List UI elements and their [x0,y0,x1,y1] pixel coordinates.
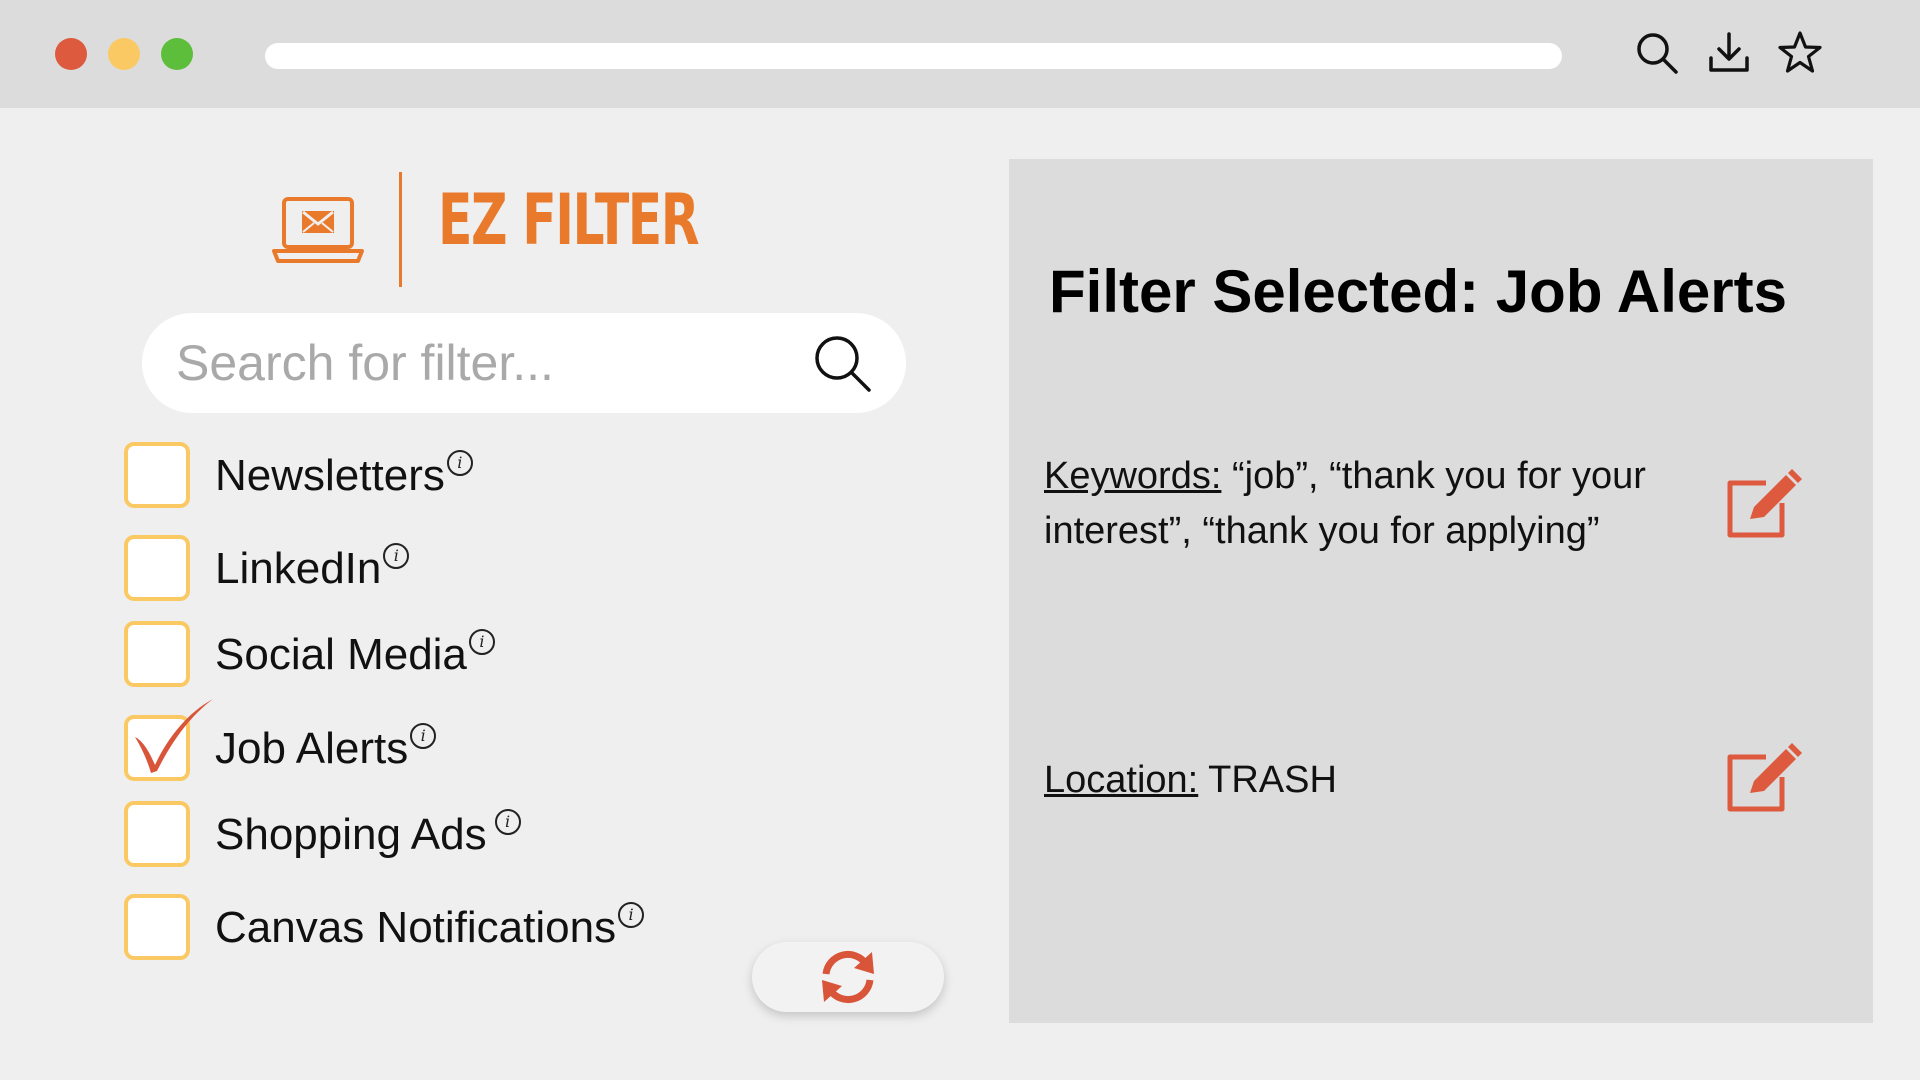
address-bar[interactable] [265,43,1562,69]
info-icon[interactable]: i [410,723,437,749]
edit-icon[interactable] [1722,739,1802,819]
maximize-window-button[interactable] [161,38,193,70]
refresh-icon [822,951,874,1003]
search-icon[interactable] [812,333,874,395]
logo-divider [399,172,402,287]
filter-label: Canvas Notifications [215,903,617,952]
linkedin-checkbox[interactable] [124,535,190,601]
location-label: Location: [1044,759,1199,801]
info-icon[interactable]: i [494,809,521,835]
info-icon[interactable]: i [446,450,473,476]
filter-item-social-media[interactable]: Social Media i [122,621,742,697]
minimize-window-button[interactable] [108,38,140,70]
filter-item-canvas-notifications[interactable]: Canvas Notifications i [122,894,742,970]
filter-label: Shopping Ads [215,810,487,859]
info-icon[interactable]: i [383,543,410,569]
info-icon[interactable]: i [468,629,495,655]
filter-search-box [142,313,906,413]
canvas-notifications-checkbox[interactable] [124,894,190,960]
filter-label: Job Alerts [215,724,409,773]
app-logo-text: EZ FILTER [438,179,700,261]
social-media-checkbox[interactable] [124,621,190,687]
download-icon[interactable] [1706,30,1752,76]
keywords-detail: Keywords: “job”, “thank you for your int… [1044,449,1704,559]
edit-icon[interactable] [1722,465,1802,545]
keywords-label: Keywords: [1044,455,1222,497]
refresh-button[interactable] [752,942,944,1012]
search-input[interactable] [176,313,776,413]
checkmark-icon [135,699,213,773]
info-icon[interactable]: i [618,902,645,928]
star-icon[interactable] [1777,30,1823,76]
filter-label: LinkedIn [215,544,382,593]
filter-item-newsletters[interactable]: Newsletters i [122,442,742,518]
filter-item-job-alerts[interactable]: Job Alerts i [122,699,742,791]
location-value: TRASH [1208,759,1337,801]
filter-label: Newsletters [215,451,445,500]
close-window-button[interactable] [55,38,87,70]
browser-toolbar [0,0,1920,108]
panel-title: Filter Selected: Job Alerts [1049,258,1787,325]
search-icon[interactable] [1634,30,1680,76]
filter-item-shopping-ads[interactable]: Shopping Ads i [122,801,742,877]
newsletters-checkbox[interactable] [124,442,190,508]
laptop-mail-icon [270,195,366,267]
filter-item-linkedin[interactable]: LinkedIn i [122,535,742,611]
filter-label: Social Media [215,630,467,679]
shopping-ads-checkbox[interactable] [124,801,190,867]
location-detail: Location: TRASH [1044,753,1704,808]
filter-detail-panel: Filter Selected: Job Alerts Keywords: “j… [1009,159,1873,1023]
